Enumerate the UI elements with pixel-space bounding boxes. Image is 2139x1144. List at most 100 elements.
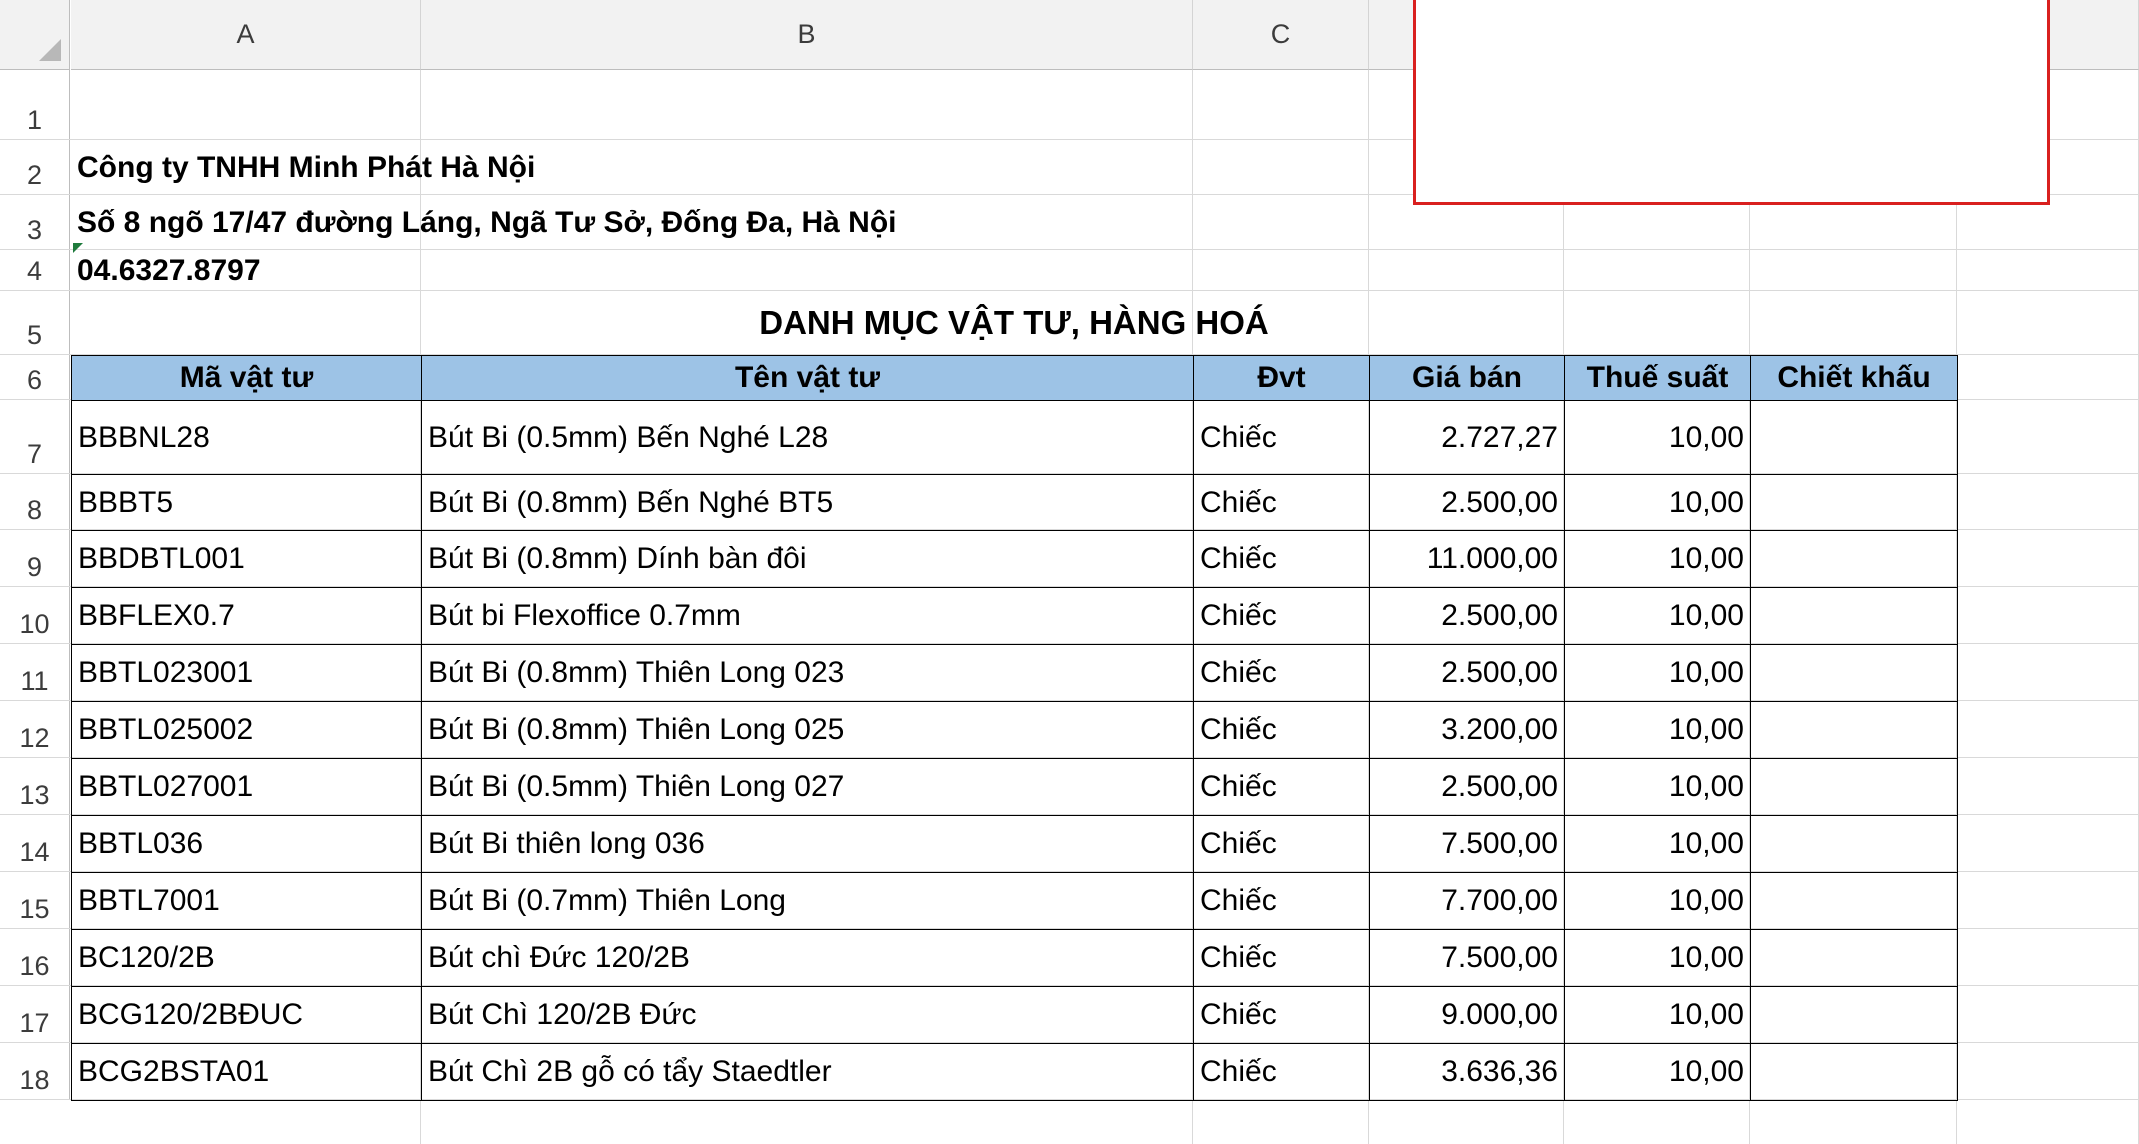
cell-unit[interactable]: Chiếc xyxy=(1193,986,1370,1044)
cell-unit[interactable]: Chiếc xyxy=(1193,530,1370,588)
cell-price[interactable]: 2.500,00 xyxy=(1369,587,1565,645)
cell-name[interactable]: Bút Bi (0.8mm) Thiên Long 023 xyxy=(421,644,1194,702)
cell-code[interactable]: BBTL025002 xyxy=(71,701,422,759)
cell-price[interactable]: 2.727,27 xyxy=(1369,400,1565,475)
cell-discount[interactable] xyxy=(1750,986,1958,1044)
cell-price[interactable]: 3.200,00 xyxy=(1369,701,1565,759)
cell-name[interactable]: Bút Bi (0.5mm) Bến Nghé L28 xyxy=(421,400,1194,475)
cell-price[interactable]: 2.500,00 xyxy=(1369,644,1565,702)
row-header-8[interactable]: 8 xyxy=(0,474,70,530)
cell-discount[interactable] xyxy=(1750,644,1958,702)
cell-code[interactable]: BBTL023001 xyxy=(71,644,422,702)
cell-name[interactable]: Bút chì Đức 120/2B xyxy=(421,929,1194,987)
cell-discount[interactable] xyxy=(1750,1043,1958,1101)
cell-code[interactable]: BBBT5 xyxy=(71,474,422,531)
cell-tax[interactable]: 10,00 xyxy=(1564,929,1751,987)
company-name-cell[interactable]: Công ty TNHH Minh Phát Hà Nội xyxy=(71,140,541,195)
catalog-title[interactable]: DANH MỤC VẬT TƯ, HÀNG HOÁ xyxy=(71,291,1957,355)
cell-unit[interactable]: Chiếc xyxy=(1193,587,1370,645)
cell-price[interactable]: 3.636,36 xyxy=(1369,1043,1565,1101)
cell-unit[interactable]: Chiếc xyxy=(1193,644,1370,702)
row-header-11[interactable]: 11 xyxy=(0,644,70,701)
cell-name[interactable]: Bút Bi thiên long 036 xyxy=(421,815,1194,873)
cell-code[interactable]: BC120/2B xyxy=(71,929,422,987)
cell-name[interactable]: Bút Chì 2B gỗ có tẩy Staedtler xyxy=(421,1043,1194,1101)
row-header-3[interactable]: 3 xyxy=(0,195,70,250)
floating-text-box[interactable] xyxy=(1413,0,2050,205)
row-header-13[interactable]: 13 xyxy=(0,758,70,815)
header-price[interactable]: Giá bán xyxy=(1369,355,1565,401)
cell-price[interactable]: 11.000,00 xyxy=(1369,530,1565,588)
cell-code[interactable]: BBTL036 xyxy=(71,815,422,873)
row-header-9[interactable]: 9 xyxy=(0,530,70,587)
cell-tax[interactable]: 10,00 xyxy=(1564,400,1751,475)
row-header-14[interactable]: 14 xyxy=(0,815,70,872)
row-header-15[interactable]: 15 xyxy=(0,872,70,929)
cell-tax[interactable]: 10,00 xyxy=(1564,872,1751,930)
cell-tax[interactable]: 10,00 xyxy=(1564,587,1751,645)
cell-tax[interactable]: 10,00 xyxy=(1564,815,1751,873)
cell-unit[interactable]: Chiếc xyxy=(1193,929,1370,987)
cell-unit[interactable]: Chiếc xyxy=(1193,474,1370,531)
cell-code[interactable]: BCG120/2BĐUC xyxy=(71,986,422,1044)
cell-discount[interactable] xyxy=(1750,587,1958,645)
row-header-4[interactable]: 4 xyxy=(0,250,70,291)
cell-name[interactable]: Bút bi Flexoffice 0.7mm xyxy=(421,587,1194,645)
header-name[interactable]: Tên vật tư xyxy=(421,355,1194,401)
row-header-17[interactable]: 17 xyxy=(0,986,70,1043)
row-header-1[interactable]: 1 xyxy=(0,70,70,140)
cell-discount[interactable] xyxy=(1750,872,1958,930)
cell-code[interactable]: BBTL027001 xyxy=(71,758,422,816)
cell-tax[interactable]: 10,00 xyxy=(1564,758,1751,816)
header-unit[interactable]: Đvt xyxy=(1193,355,1370,401)
cell-tax[interactable]: 10,00 xyxy=(1564,1043,1751,1101)
cell-discount[interactable] xyxy=(1750,758,1958,816)
cell-code[interactable]: BBFLEX0.7 xyxy=(71,587,422,645)
cell-price[interactable]: 7.500,00 xyxy=(1369,815,1565,873)
cell-tax[interactable]: 10,00 xyxy=(1564,644,1751,702)
cell-price[interactable]: 7.700,00 xyxy=(1369,872,1565,930)
cell-name[interactable]: Bút Chì 120/2B Đức xyxy=(421,986,1194,1044)
cell-tax[interactable]: 10,00 xyxy=(1564,986,1751,1044)
cell-name[interactable]: Bút Bi (0.7mm) Thiên Long xyxy=(421,872,1194,930)
cell-unit[interactable]: Chiếc xyxy=(1193,872,1370,930)
cell-name[interactable]: Bút Bi (0.8mm) Dính bàn đôi xyxy=(421,530,1194,588)
cell-unit[interactable]: Chiếc xyxy=(1193,1043,1370,1101)
cell-unit[interactable]: Chiếc xyxy=(1193,815,1370,873)
address-cell[interactable]: Số 8 ngõ 17/47 đường Láng, Ngã Tư Sở, Đố… xyxy=(71,195,903,250)
cell-discount[interactable] xyxy=(1750,701,1958,759)
row-header-7[interactable]: 7 xyxy=(0,400,70,474)
row-header-16[interactable]: 16 xyxy=(0,929,70,986)
column-header-c[interactable]: C xyxy=(1193,0,1369,70)
phone-cell[interactable]: 04.6327.8797 xyxy=(71,250,267,291)
cell-unit[interactable]: Chiếc xyxy=(1193,758,1370,816)
row-header-12[interactable]: 12 xyxy=(0,701,70,758)
cell-code[interactable]: BBBNL28 xyxy=(71,400,422,475)
cell-tax[interactable]: 10,00 xyxy=(1564,701,1751,759)
cell-discount[interactable] xyxy=(1750,530,1958,588)
row-header-18[interactable]: 18 xyxy=(0,1043,70,1100)
header-code[interactable]: Mã vật tư xyxy=(71,355,422,401)
row-header-10[interactable]: 10 xyxy=(0,587,70,644)
header-tax[interactable]: Thuế suất xyxy=(1564,355,1751,401)
row-header-2[interactable]: 2 xyxy=(0,140,70,195)
cell-code[interactable]: BBDBTL001 xyxy=(71,530,422,588)
cell-discount[interactable] xyxy=(1750,474,1958,531)
cell-unit[interactable]: Chiếc xyxy=(1193,400,1370,475)
column-header-b[interactable]: B xyxy=(421,0,1193,70)
select-all-corner[interactable] xyxy=(0,0,70,70)
row-header-6[interactable]: 6 xyxy=(0,355,70,400)
cell-discount[interactable] xyxy=(1750,400,1958,475)
cell-price[interactable]: 2.500,00 xyxy=(1369,758,1565,816)
cell-name[interactable]: Bút Bi (0.5mm) Thiên Long 027 xyxy=(421,758,1194,816)
cell-tax[interactable]: 10,00 xyxy=(1564,474,1751,531)
cell-unit[interactable]: Chiếc xyxy=(1193,701,1370,759)
cell-code[interactable]: BBTL7001 xyxy=(71,872,422,930)
cell-price[interactable]: 7.500,00 xyxy=(1369,929,1565,987)
cell-code[interactable]: BCG2BSTA01 xyxy=(71,1043,422,1101)
cell-price[interactable]: 2.500,00 xyxy=(1369,474,1565,531)
cell-name[interactable]: Bút Bi (0.8mm) Thiên Long 025 xyxy=(421,701,1194,759)
row-header-5[interactable]: 5 xyxy=(0,291,70,355)
cell-name[interactable]: Bút Bi (0.8mm) Bến Nghé BT5 xyxy=(421,474,1194,531)
cell-price[interactable]: 9.000,00 xyxy=(1369,986,1565,1044)
